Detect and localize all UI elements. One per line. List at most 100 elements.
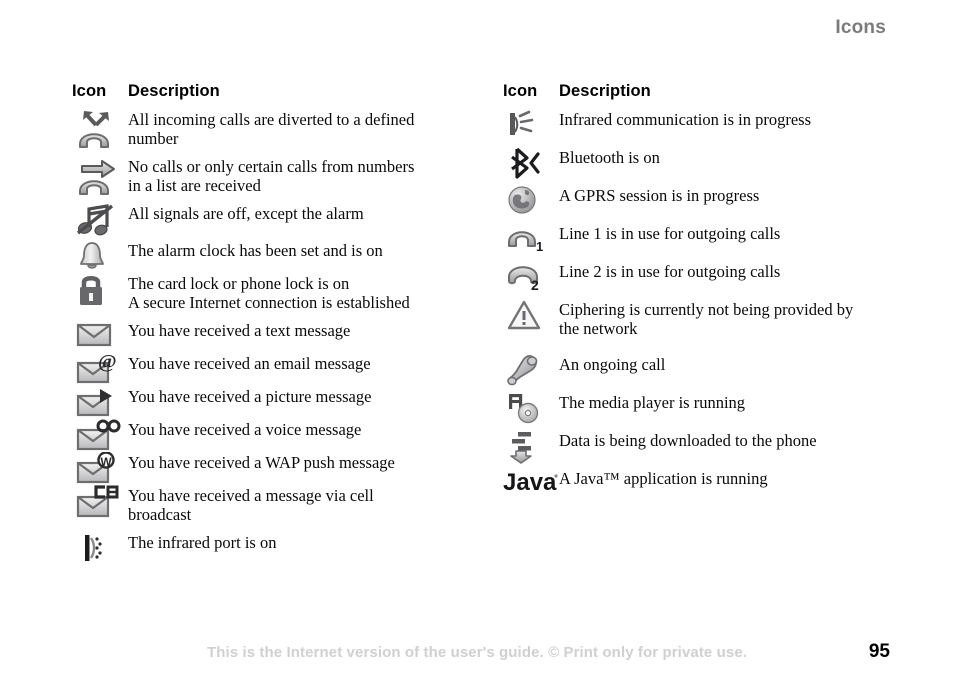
- envelope-text-icon: [72, 320, 128, 348]
- call-divert-all-icon: [72, 109, 128, 149]
- table-row-description: Bluetooth is on: [559, 147, 660, 167]
- svg-text:2: 2: [531, 277, 539, 291]
- envelope-picture-icon: [72, 386, 128, 418]
- table-row-description: A Java™ application is running: [559, 468, 768, 488]
- svg-text:W: W: [100, 455, 112, 469]
- table-row: @ You have received an email message: [72, 353, 472, 386]
- table-row: W You have received a WAP push message: [72, 452, 472, 485]
- column-header-right: Icon Description: [503, 82, 903, 101]
- envelope-voice-icon: [72, 419, 128, 451]
- download-data-icon: [503, 430, 559, 464]
- table-row: All incoming calls are diverted to a def…: [72, 109, 472, 156]
- row-line-1: Bluetooth is on: [559, 148, 660, 167]
- icon-table-left: Icon Description All incoming calls are …: [72, 82, 472, 565]
- envelope-wap-push-icon: W: [72, 452, 128, 484]
- table-row-description: The card lock or phone lock is on A secu…: [128, 273, 410, 312]
- column-header-description-label: Description: [559, 82, 651, 100]
- row-line-1: You have received an email message: [128, 354, 371, 373]
- alarm-bell-icon: [72, 240, 128, 272]
- infrared-active-icon: [503, 109, 559, 139]
- table-row-description: A GPRS session is in progress: [559, 185, 759, 205]
- table-row-description: You have received a text message: [128, 320, 350, 340]
- table-row: Java A Java™ application is running: [503, 468, 903, 506]
- table-row: No calls or only certain calls from numb…: [72, 156, 472, 203]
- table-row: 2 Line 2 is in use for outgoing calls: [503, 261, 903, 299]
- table-row: Bluetooth is on: [503, 147, 903, 185]
- table-row: An ongoing call: [503, 354, 903, 392]
- table-row: 1 Line 1 is in use for outgoing calls: [503, 223, 903, 261]
- icon-table-right: Icon Description Infrared communication …: [503, 82, 903, 506]
- table-row: You have received a voice message: [72, 419, 472, 452]
- envelope-email-icon: @: [72, 353, 128, 385]
- table-row-description: You have received a voice message: [128, 419, 361, 439]
- java-logo-icon: Java: [503, 468, 559, 496]
- row-line-2: the network: [559, 319, 638, 339]
- call-restrict-icon: [72, 156, 128, 196]
- table-row-description: You have received a picture message: [128, 386, 371, 406]
- column-header-left: Icon Description: [72, 82, 472, 101]
- row-line-1: The card lock or phone lock is on: [128, 274, 350, 293]
- row-line-1: Line 1 is in use for outgoing calls: [559, 224, 781, 243]
- table-row: A GPRS session is in progress: [503, 185, 903, 223]
- table-row-description: An ongoing call: [559, 354, 665, 374]
- table-row-description: Line 2 is in use for outgoing calls: [559, 261, 780, 281]
- gprs-globe-icon: [503, 185, 559, 215]
- svg-text:@: @: [98, 353, 117, 373]
- table-row: Infrared communication is in progress: [503, 109, 903, 147]
- table-row-description: Infrared communication is in progress: [559, 109, 811, 129]
- table-row-description: The alarm clock has been set and is on: [128, 240, 383, 260]
- row-line-2: broadcast: [128, 505, 192, 525]
- row-line-1: The media player is running: [559, 393, 746, 412]
- table-row: The media player is running: [503, 392, 903, 430]
- row-line-2: number: [128, 129, 179, 149]
- table-row-description: All signals are off, except the alarm: [128, 203, 364, 223]
- silent-mode-icon: [72, 203, 128, 237]
- table-row: The infrared port is on: [72, 532, 472, 565]
- table-row-description: The media player is running: [559, 392, 745, 412]
- table-row-description: All incoming calls are diverted to a def…: [128, 109, 414, 148]
- table-row: All signals are off, except the alarm: [72, 203, 472, 240]
- line-2-icon: 2: [503, 261, 559, 291]
- table-row-description: You have received a WAP push message: [128, 452, 395, 472]
- media-player-icon: [503, 392, 559, 424]
- row-line-2: in a list are received: [128, 176, 261, 196]
- table-row: Data is being downloaded to the phone: [503, 430, 903, 468]
- row-line-1: All signals are off, except the alarm: [128, 204, 364, 223]
- table-row-description: No calls or only certain calls from numb…: [128, 156, 414, 195]
- svg-text:Java: Java: [503, 469, 557, 496]
- column-header-description-label: Description: [128, 82, 220, 100]
- row-line-1: No calls or only certain calls from numb…: [128, 157, 415, 176]
- column-header-icon-label: Icon: [72, 82, 107, 100]
- table-row: Ciphering is currently not being provide…: [503, 299, 903, 354]
- table-row: The card lock or phone lock is on A secu…: [72, 273, 472, 320]
- ongoing-call-icon: [503, 354, 559, 386]
- lock-icon: [72, 273, 128, 307]
- row-line-1: A Java™ application is running: [559, 469, 768, 488]
- line-1-icon: 1: [503, 223, 559, 253]
- row-line-1: A GPRS session is in progress: [559, 186, 760, 205]
- row-line-1: All incoming calls are diverted to a def…: [128, 110, 415, 129]
- table-row-description: Line 1 is in use for outgoing calls: [559, 223, 780, 243]
- row-line-1: You have received a WAP push message: [128, 453, 395, 472]
- table-row-description: Data is being downloaded to the phone: [559, 430, 817, 450]
- column-header-icon-label: Icon: [503, 82, 538, 100]
- row-line-1: Ciphering is currently not being provide…: [559, 300, 854, 319]
- page-number: 95: [868, 641, 890, 662]
- row-line-1: Line 2 is in use for outgoing calls: [559, 262, 781, 281]
- row-line-2: A secure Internet connection is establis…: [128, 293, 410, 313]
- table-row: You have received a picture message: [72, 386, 472, 419]
- row-line-1: You have received a picture message: [128, 387, 372, 406]
- row-line-1: The infrared port is on: [128, 533, 277, 552]
- bluetooth-icon: [503, 147, 559, 179]
- footer-note: This is the Internet version of the user…: [206, 644, 748, 661]
- table-row: You have received a message via cell bro…: [72, 485, 472, 532]
- row-line-1: You have received a voice message: [128, 420, 362, 439]
- table-row-description: You have received a message via cell bro…: [128, 485, 374, 524]
- table-row-description: The infrared port is on: [128, 532, 276, 552]
- envelope-cell-broadcast-icon: [72, 485, 128, 519]
- table-row: You have received a text message: [72, 320, 472, 353]
- infrared-port-icon: [72, 532, 128, 564]
- row-line-1: Data is being downloaded to the phone: [559, 431, 817, 450]
- table-row: The alarm clock has been set and is on: [72, 240, 472, 273]
- warning-triangle-icon: [503, 299, 559, 331]
